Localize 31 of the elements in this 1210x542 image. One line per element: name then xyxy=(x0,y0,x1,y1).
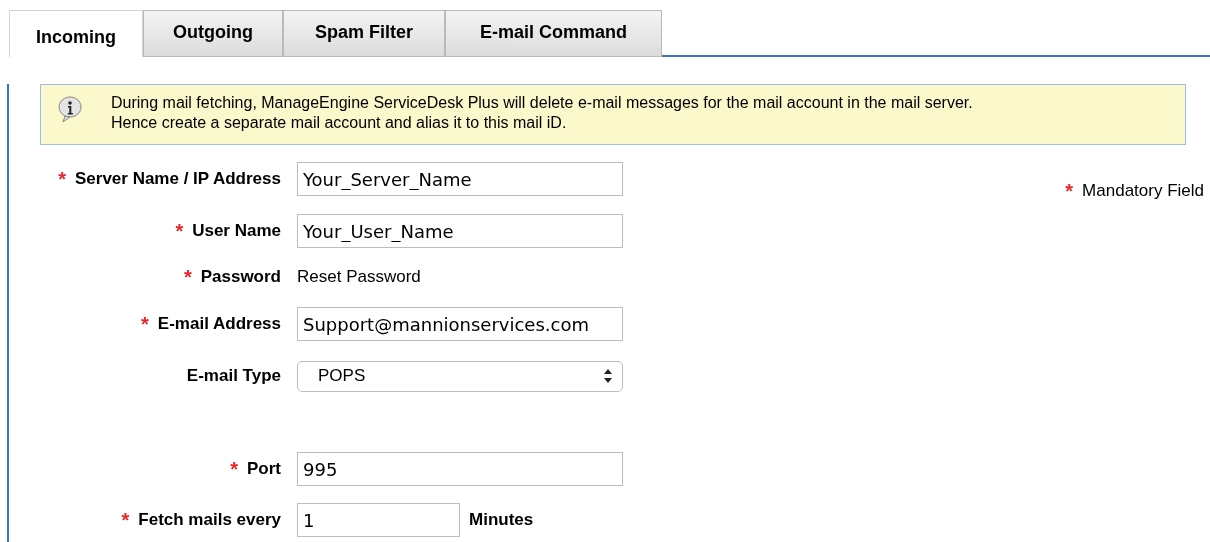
field-label: Fetch mails every xyxy=(138,509,281,532)
updown-caret-icon xyxy=(604,369,612,383)
text-field[interactable]: 1 xyxy=(297,503,460,537)
select-field[interactable]: POPS xyxy=(297,360,623,392)
field-label: Server Name / IP Address xyxy=(75,168,281,191)
field-label: E-mail Type xyxy=(186,365,281,388)
required-mark: * xyxy=(230,457,238,482)
unit-label: Minutes xyxy=(469,509,534,532)
tab[interactable]: Incoming xyxy=(9,10,143,57)
required-mark: * xyxy=(141,312,149,337)
tab[interactable]: E-mail Command xyxy=(445,10,662,57)
field-label: Port xyxy=(247,458,281,481)
text-field[interactable]: Support@mannionservices.com xyxy=(297,307,623,341)
mandatory-field-legend: Mandatory Field xyxy=(1082,178,1204,204)
required-mark: * xyxy=(58,167,66,192)
field-label: E-mail Address xyxy=(157,313,281,336)
text-field[interactable]: Your_User_Name xyxy=(297,214,623,248)
tab[interactable]: Outgoing xyxy=(143,10,283,57)
field-label: User Name xyxy=(192,220,281,243)
required-mark: * xyxy=(121,508,130,533)
tab[interactable]: Spam Filter xyxy=(283,10,445,57)
required-mark: * xyxy=(175,219,184,244)
field-label: Password xyxy=(200,266,281,289)
required-mark: * xyxy=(183,265,192,290)
reset-password-text: Reset Password xyxy=(297,266,421,289)
text-field[interactable]: 995 xyxy=(297,452,623,486)
info-text: During mail fetching, ManageEngine ServiceDesk Plus will delete e-mail messages for the mail account in the mail server. xyxy=(111,93,973,113)
text-field[interactable]: Your_Server_Name xyxy=(297,162,623,196)
info-icon xyxy=(56,95,84,123)
info-text: Hence create a separate mail account and alias it to this mail iD. xyxy=(111,113,568,133)
required-mark: * xyxy=(1065,179,1074,204)
